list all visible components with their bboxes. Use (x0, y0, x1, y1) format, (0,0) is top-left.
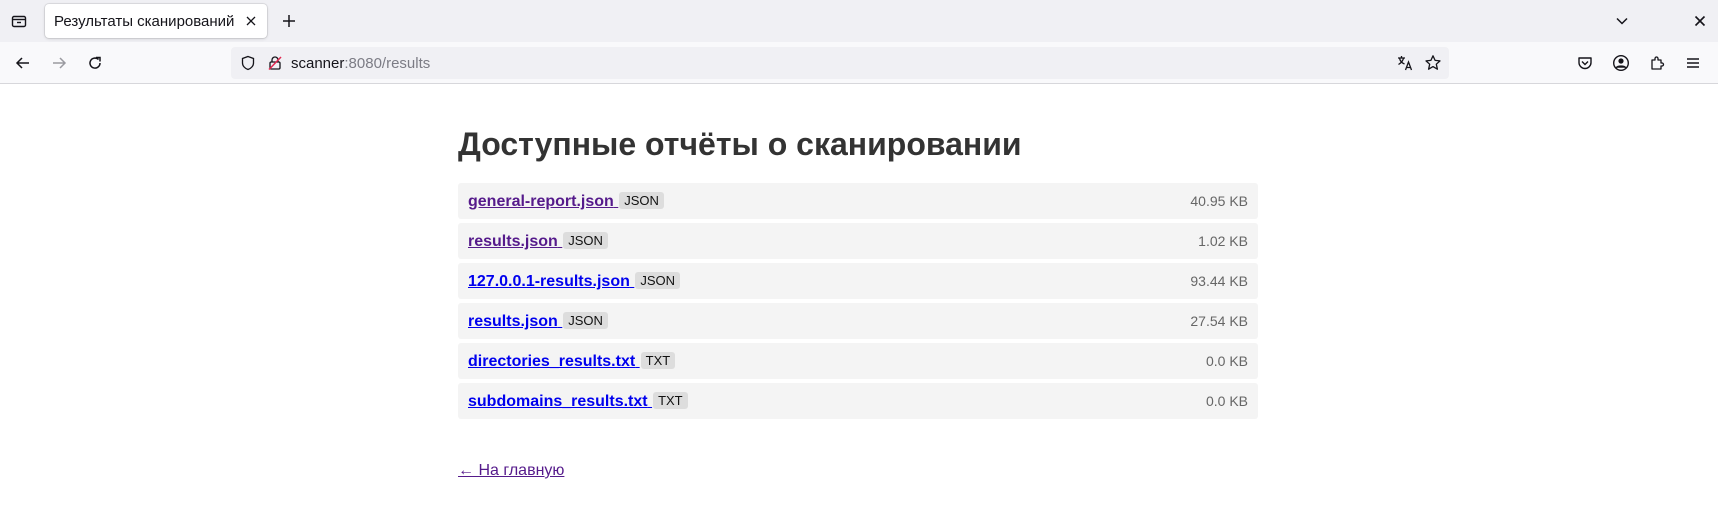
reload-button[interactable] (79, 47, 111, 79)
arrow-left-icon (15, 55, 31, 71)
tab-title: Результаты сканирований (54, 13, 235, 30)
file-type-badge: JSON (619, 192, 664, 209)
report-filename: results.json (468, 313, 558, 330)
url-path: :8080/results (344, 55, 431, 72)
file-type-badge: TXT (640, 352, 676, 369)
report-link[interactable]: subdomains_results.txt TXT (468, 392, 688, 411)
report-filename: directories_results.txt (468, 353, 636, 370)
report-row: results.json JSON 1.02 KB (458, 223, 1258, 259)
insecure-lock-icon[interactable] (265, 53, 285, 73)
account-button[interactable] (1605, 47, 1637, 79)
report-link[interactable]: results.json JSON (468, 312, 608, 331)
translate-icon[interactable] (1395, 53, 1415, 73)
page-viewport: Доступные отчёты о сканировании general-… (0, 84, 1718, 521)
report-link[interactable]: 127.0.0.1-results.json JSON (468, 272, 680, 291)
pocket-icon (1577, 55, 1593, 71)
file-type-badge: JSON (635, 272, 680, 289)
tab-list-button[interactable] (4, 6, 34, 36)
report-link[interactable]: general-report.json JSON (468, 192, 664, 211)
report-filename: general-report.json (468, 193, 614, 210)
account-icon (1612, 54, 1630, 72)
close-icon (245, 15, 257, 27)
pocket-button[interactable] (1569, 47, 1601, 79)
file-size: 0.0 KB (1205, 393, 1248, 409)
extensions-button[interactable] (1641, 47, 1673, 79)
close-tab-button[interactable] (239, 9, 263, 33)
url-bar[interactable]: scanner:8080/results (231, 47, 1449, 79)
page-title: Доступные отчёты о сканировании (458, 126, 1022, 162)
tab-list-icon (11, 13, 27, 29)
new-tab-button[interactable] (274, 6, 304, 36)
hamburger-icon (1685, 55, 1701, 71)
report-filename: 127.0.0.1-results.json (468, 273, 630, 290)
report-row: subdomains_results.txt TXT 0.0 KB (458, 383, 1258, 419)
chevron-down-icon (1615, 14, 1629, 28)
forward-button[interactable] (43, 47, 75, 79)
file-size: 93.44 KB (1190, 273, 1248, 289)
star-icon[interactable] (1423, 53, 1443, 73)
back-button[interactable] (7, 47, 39, 79)
report-row: 127.0.0.1-results.json JSON 93.44 KB (458, 263, 1258, 299)
browser-tab-active[interactable]: Результаты сканирований (45, 4, 267, 38)
report-row: directories_results.txt TXT 0.0 KB (458, 343, 1258, 379)
report-link[interactable]: results.json JSON (468, 232, 608, 251)
tab-strip: Результаты сканирований (0, 0, 1718, 42)
file-type-badge: JSON (563, 312, 608, 329)
menu-button[interactable] (1677, 47, 1709, 79)
file-size: 40.95 KB (1190, 193, 1248, 209)
file-type-badge: TXT (653, 392, 688, 409)
plus-icon (282, 14, 296, 28)
url-host: scanner (291, 55, 345, 72)
url-text[interactable]: scanner:8080/results (291, 55, 430, 72)
report-link[interactable]: directories_results.txt TXT (468, 352, 676, 371)
close-window-button[interactable] (1685, 6, 1715, 36)
file-size: 27.54 KB (1190, 313, 1248, 329)
back-to-home-link[interactable]: ← На главную (458, 462, 564, 480)
close-icon (1694, 15, 1706, 27)
report-filename: results.json (468, 233, 558, 250)
navigation-toolbar: scanner:8080/results (0, 42, 1718, 84)
reload-icon (87, 55, 103, 71)
arrow-right-icon (51, 55, 67, 71)
file-size: 0.0 KB (1205, 353, 1248, 369)
list-all-tabs-button[interactable] (1607, 6, 1637, 36)
puzzle-icon (1649, 55, 1665, 71)
file-type-badge: JSON (563, 232, 608, 249)
file-size: 1.02 KB (1198, 233, 1248, 249)
report-filename: subdomains_results.txt (468, 393, 648, 410)
shield-icon[interactable] (238, 53, 258, 73)
report-row: general-report.json JSON 40.95 KB (458, 183, 1258, 219)
report-row: results.json JSON 27.54 KB (458, 303, 1258, 339)
